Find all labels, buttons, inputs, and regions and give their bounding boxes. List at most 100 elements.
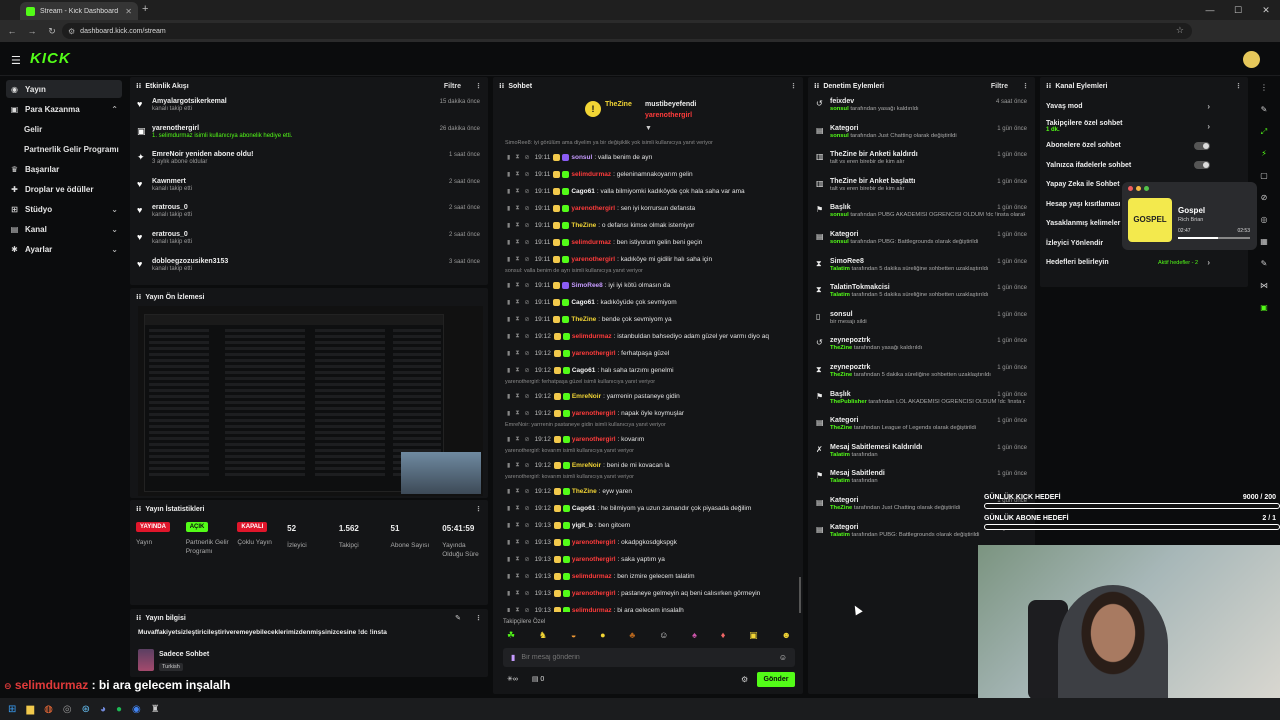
- menu-icon[interactable]: ☰: [11, 54, 21, 67]
- chat-username[interactable]: sonsul: [571, 154, 592, 161]
- ban-icon[interactable]: ⊘: [525, 316, 530, 323]
- delete-icon[interactable]: ▮: [507, 222, 510, 229]
- timeout-icon[interactable]: ⧗: [515, 488, 519, 495]
- add-widget-icon[interactable]: ▣: [1248, 297, 1280, 319]
- sidebar-subitem-partnerlik[interactable]: Partnerlik Gelir Programı: [24, 145, 119, 154]
- maximize-button[interactable]: ☐: [1224, 0, 1252, 20]
- ban-icon[interactable]: ⊘: [525, 367, 530, 374]
- delete-icon[interactable]: ▮: [507, 393, 510, 400]
- delete-icon[interactable]: ▮: [507, 607, 510, 612]
- delete-icon[interactable]: ▮: [507, 488, 510, 495]
- drag-handle-icon[interactable]: ⁝⁝: [1046, 82, 1051, 90]
- app-icon[interactable]: ♜: [151, 704, 160, 715]
- discord-icon[interactable]: ◕: [100, 704, 106, 715]
- chat-username[interactable]: Cago61: [572, 367, 595, 374]
- delete-icon[interactable]: ▮: [507, 299, 510, 306]
- chat-message[interactable]: ▮ ⧗ ⊘ 19:13 selimdurmaz: ben izmire gelecem …: [493, 568, 793, 585]
- pinned-user[interactable]: TheZine: [605, 101, 632, 108]
- channel-action-row[interactable]: Hedefleri belirleyin Aktif hedefler - 2 ›: [1040, 253, 1248, 273]
- share-icon[interactable]: ⋈: [1248, 275, 1280, 297]
- delete-icon[interactable]: ▮: [507, 171, 510, 178]
- delete-icon[interactable]: ▮: [507, 256, 510, 263]
- delete-icon[interactable]: ▮: [507, 239, 510, 246]
- delete-icon[interactable]: ▮: [507, 350, 510, 357]
- sidebar-item-kanal[interactable]: ▤ Kanal ⌄: [6, 220, 122, 238]
- moderation-row[interactable]: ▤ Kategori sonsul tarafından PUBG: Battleg…: [808, 228, 1035, 255]
- drag-handle-icon[interactable]: ⁝⁝: [136, 293, 141, 301]
- ban-icon[interactable]: ⊘: [525, 436, 530, 443]
- timeout-icon[interactable]: ⧗: [515, 505, 519, 512]
- timeout-icon[interactable]: ⧗: [515, 188, 519, 195]
- chevron-right-icon[interactable]: ›: [1207, 258, 1210, 267]
- ban-icon[interactable]: ⊘: [525, 188, 530, 195]
- maximize-dot[interactable]: [1144, 186, 1149, 191]
- timeout-icon[interactable]: ⧗: [515, 393, 519, 400]
- activity-row[interactable]: ▣ yarenothergirl 1. selimdurmaz isimli kul…: [130, 122, 488, 149]
- toggle-switch[interactable]: [1194, 141, 1210, 150]
- back-icon[interactable]: ←: [4, 26, 20, 36]
- ban-icon[interactable]: ⊘: [525, 154, 530, 161]
- bot-infinite-icon[interactable]: ✳∞: [507, 675, 518, 683]
- chat-username[interactable]: TheZine: [572, 488, 597, 495]
- ban-icon[interactable]: ⊘: [525, 462, 530, 469]
- minimize-button[interactable]: —: [1196, 0, 1224, 20]
- moderation-row[interactable]: ▥ TheZine bir Anketi kaldırdı talt vs eren…: [808, 148, 1035, 175]
- chat-username[interactable]: selimdurmaz: [572, 607, 612, 612]
- timeout-icon[interactable]: ⧗: [515, 410, 519, 417]
- more-options-icon[interactable]: ⋮: [1248, 77, 1280, 99]
- more-options-icon[interactable]: ⋮: [475, 505, 482, 513]
- file-explorer-icon[interactable]: ▆: [26, 704, 34, 715]
- chat-message-input[interactable]: [521, 654, 773, 661]
- sidebar-item-yayin[interactable]: ◉ Yayın: [6, 80, 122, 98]
- chat-message[interactable]: ▮ ⧗ ⊘ 19:11 yarenothergirl: kadıköye mi gidi…: [493, 251, 793, 268]
- ban-icon[interactable]: ⊘: [525, 488, 530, 495]
- new-tab-button[interactable]: +: [142, 3, 148, 15]
- bookmark-star-icon[interactable]: ☆: [1176, 25, 1184, 36]
- more-options-icon[interactable]: ⋮: [475, 614, 482, 622]
- ban-icon[interactable]: ⊘: [525, 239, 530, 246]
- chat-message[interactable]: ▮ ⧗ ⊘ 19:12 EmreNoir: beni de mi kovacan la: [493, 457, 793, 474]
- delete-icon[interactable]: ▮: [507, 282, 510, 289]
- moderation-row[interactable]: ▤ Kategori sonsul tarafından Just Chatting…: [808, 122, 1035, 149]
- chat-message[interactable]: ▮ ⧗ ⊘ 19:11 SimoRee8: iyi iyi kötü olmasın d…: [493, 277, 793, 294]
- moderation-row[interactable]: ▯ sonsul bir mesajı sildi 1 gün önce: [808, 308, 1035, 335]
- chat-message[interactable]: ▮ ⧗ ⊘ 19:13 yarenothergirl: pastaneye gelmey…: [493, 585, 793, 602]
- delete-icon[interactable]: ▮: [507, 316, 510, 323]
- chevron-right-icon[interactable]: ›: [1207, 122, 1210, 131]
- drag-handle-icon[interactable]: ⁝⁝: [136, 82, 141, 90]
- chat-message[interactable]: ▮ ⧗ ⊘ 19:11 TheZine: o defansı kimse olmak i…: [493, 217, 793, 234]
- ban-icon[interactable]: ⊘: [525, 573, 530, 580]
- sidebar-item-para-kazanma[interactable]: ▣ Para Kazanma ⌃: [6, 100, 122, 118]
- emote-icon[interactable]: ☺: [659, 630, 668, 642]
- chat-message[interactable]: ▮ ⧗ ⊘ 19:12 TheZine: eyw yaren: [493, 483, 793, 500]
- activity-row[interactable]: ♥ dobloegzozusiken3153 kanalı takip etti 3 …: [130, 255, 488, 282]
- chat-message[interactable]: ▮ ⧗ ⊘ 19:11 Cago61: kadıköyüde çok sevmiyom: [493, 294, 793, 311]
- timeout-icon[interactable]: ⧗: [515, 590, 519, 597]
- chat-input[interactable]: ▮ ☺: [503, 648, 795, 667]
- moderation-row[interactable]: ⧗ zeynepoztrk TheZine tarafından 5 dakika …: [808, 361, 1035, 388]
- spotify-icon[interactable]: ●: [116, 704, 122, 715]
- kick-logo[interactable]: KICK: [30, 50, 71, 67]
- toggle-switch[interactable]: [1194, 161, 1210, 170]
- avatar[interactable]: [1243, 51, 1260, 68]
- chrome-icon[interactable]: ◉: [132, 704, 141, 715]
- chat-message[interactable]: ▮ ⧗ ⊘ 19:11 Cago61: valla bilmiyomki kadıköy…: [493, 183, 793, 200]
- chat-username[interactable]: Cago61: [572, 505, 595, 512]
- ban-icon[interactable]: ⊘: [525, 222, 530, 229]
- timeout-icon[interactable]: ⧗: [515, 556, 519, 563]
- chat-username[interactable]: EmreNoir: [572, 462, 601, 469]
- chat-message[interactable]: ▮ ⧗ ⊘ 19:13 selimdurmaz: bi ara gelecem inşa…: [493, 602, 793, 612]
- more-options-icon[interactable]: ⋮: [790, 82, 797, 90]
- sidebar-subitem-gelir[interactable]: Gelir: [24, 125, 42, 134]
- tools-icon[interactable]: ✎: [1248, 253, 1280, 275]
- sidebar-item-droplar[interactable]: ✚ Droplar ve ödüller: [6, 180, 122, 198]
- emote-icon[interactable]: ♣: [629, 630, 635, 642]
- chat-username[interactable]: SimoRee8: [571, 282, 602, 289]
- chat-message[interactable]: ▮ ⧗ ⊘ 19:12 yarenothergirl: napak öyle koymu…: [493, 405, 793, 422]
- timeout-icon[interactable]: ⧗: [515, 239, 519, 246]
- chat-username[interactable]: yarenothergirl: [571, 256, 615, 263]
- chevron-right-icon[interactable]: ›: [1207, 102, 1210, 111]
- chat-username[interactable]: TheZine: [571, 222, 596, 229]
- viewer-count-icon[interactable]: ▤ 0: [532, 675, 544, 683]
- chat-username[interactable]: selimdurmaz: [572, 333, 612, 340]
